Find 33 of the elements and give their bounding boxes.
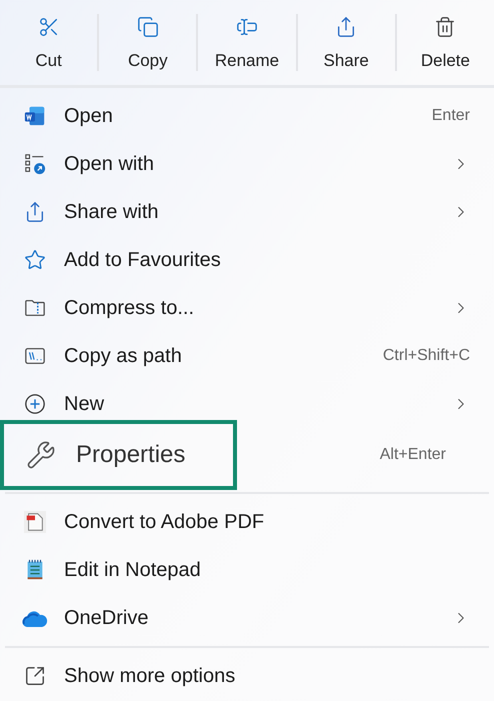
- document-app-icon: [24, 105, 46, 127]
- menu-item[interactable]: Properties: [0, 420, 237, 490]
- menu-item[interactable]: Compress to...: [0, 284, 494, 332]
- cloud-icon: [22, 609, 48, 627]
- shortcut-text: Alt+Enter: [380, 445, 446, 465]
- toolbar-button[interactable]: Share: [298, 0, 395, 85]
- shortcut-text: Enter: [432, 106, 470, 126]
- add-circle-icon: [24, 393, 46, 415]
- expand-icon: [24, 665, 46, 687]
- star-icon: [24, 249, 46, 271]
- menu-item[interactable]: OneDrive: [0, 594, 494, 642]
- scissors-icon: [38, 16, 60, 38]
- shortcut-text: Ctrl+Shift+C: [382, 346, 470, 366]
- copy-icon: [136, 16, 159, 38]
- menu-item[interactable]: Open with: [0, 140, 494, 188]
- toolbar-button[interactable]: Cut: [0, 0, 98, 85]
- menu-item[interactable]: Add to Favourites: [0, 236, 494, 284]
- menu-item[interactable]: Show more options: [0, 652, 494, 700]
- menu-item[interactable]: Open Enter: [0, 92, 494, 140]
- toolbar-button[interactable]: Rename: [198, 0, 296, 85]
- app-list-icon: [24, 153, 46, 175]
- menu-item[interactable]: Copy as path Ctrl+Shift+C: [0, 332, 494, 380]
- menu-item[interactable]: Share with: [0, 188, 494, 236]
- menu-item[interactable]: Convert to Adobe PDF: [0, 498, 494, 546]
- toolbar-button[interactable]: Copy: [99, 0, 196, 85]
- toolbar-button[interactable]: Delete: [396, 0, 494, 85]
- share-icon: [24, 201, 46, 223]
- wrench-icon: [26, 440, 56, 470]
- menu-item[interactable]: Edit in Notepad: [0, 546, 494, 594]
- zip-folder-icon: [24, 297, 46, 319]
- trash-icon: [434, 16, 456, 38]
- pdf-file-icon: [24, 511, 46, 533]
- path-icon: [24, 345, 46, 367]
